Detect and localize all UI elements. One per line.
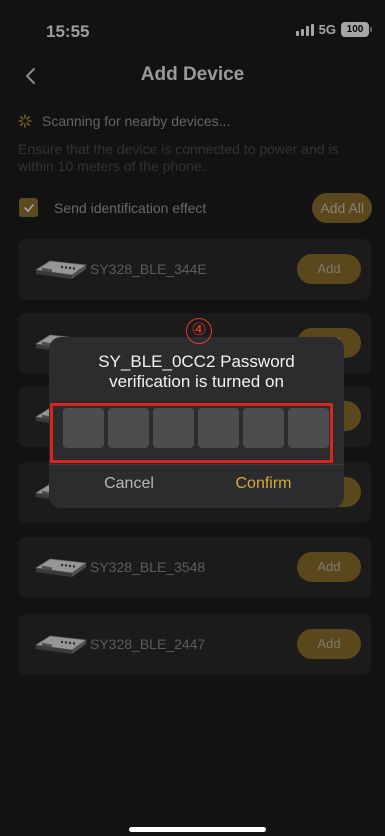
home-indicator xyxy=(129,827,266,832)
dialog-title-line1: SY_BLE_0CC2 Password xyxy=(98,352,295,371)
dialog-title: SY_BLE_0CC2 Password verification is tur… xyxy=(49,352,344,392)
dialog-title-line2: verification is turned on xyxy=(109,372,284,391)
cancel-button[interactable]: Cancel xyxy=(49,475,209,493)
confirm-button[interactable]: Confirm xyxy=(196,475,331,493)
highlight-box xyxy=(50,403,333,463)
dialog-divider xyxy=(49,464,344,465)
step-marker: ④ xyxy=(186,318,212,344)
